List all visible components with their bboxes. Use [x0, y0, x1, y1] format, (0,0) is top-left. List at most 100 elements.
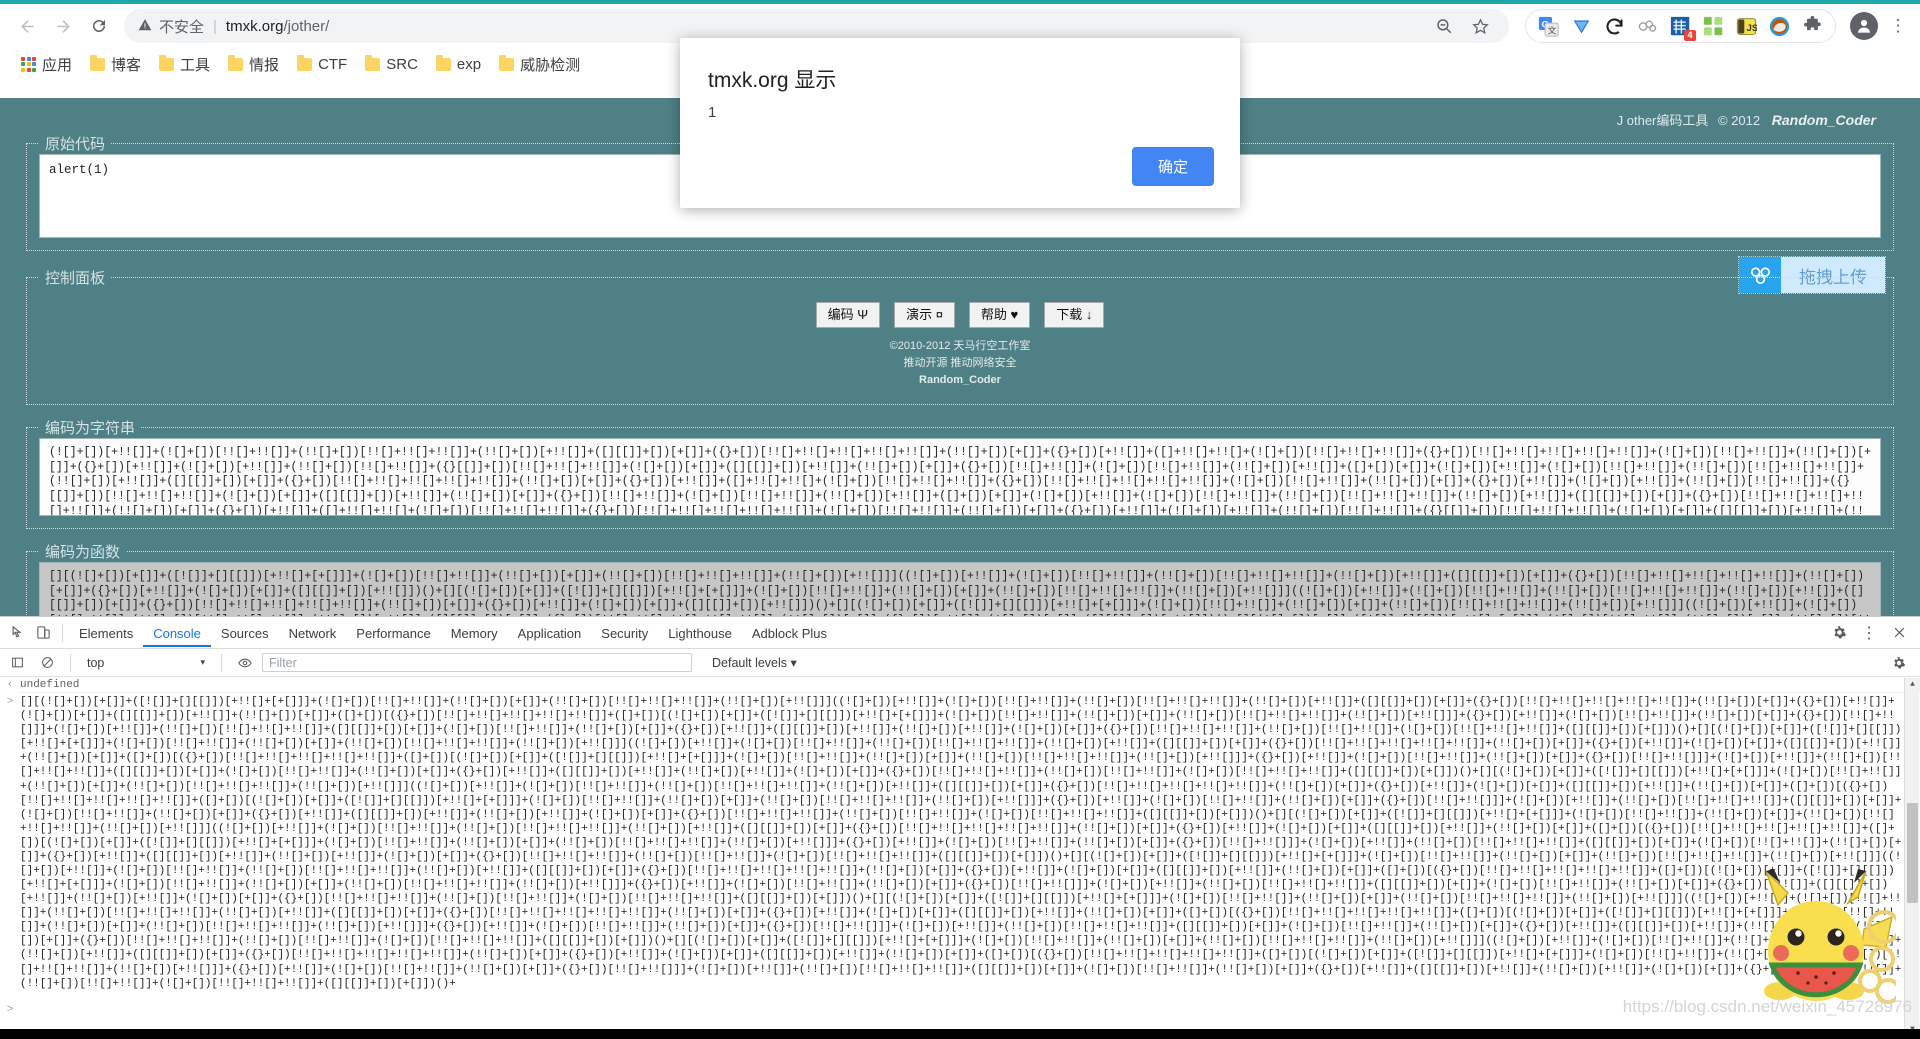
tab-application[interactable]: Application: [508, 619, 592, 647]
bookmark-folder-4[interactable]: CTF: [288, 53, 356, 76]
bookmark-label: CTF: [318, 55, 348, 73]
back-button[interactable]: [10, 9, 44, 43]
forward-button[interactable]: [46, 9, 80, 43]
console-output[interactable]: ‹ undefined > [][(![]+[])[+[]]+([![]]+[]…: [0, 677, 1920, 1039]
alert-title: tmxk.org 显示: [708, 69, 837, 92]
encoded-string-textarea[interactable]: [39, 438, 1881, 516]
toolbar-divider: [70, 653, 71, 672]
refresh-loop-extension-icon[interactable]: [1604, 16, 1625, 37]
prompt-arrow-icon: >: [6, 1003, 14, 1016]
bookmark-folder-5[interactable]: SRC: [356, 53, 427, 76]
omnibox-separator: |: [213, 17, 217, 35]
toolbar-divider: [62, 623, 63, 642]
console-prompt-row[interactable]: >: [0, 1003, 36, 1017]
chevron-down-icon: ▾: [200, 657, 205, 667]
close-icon[interactable]: [1886, 620, 1912, 646]
bookmark-folder-1[interactable]: 博客: [81, 51, 150, 78]
tab-network[interactable]: Network: [279, 619, 347, 647]
extensions-pill: G文 4 JS: [1525, 9, 1836, 43]
bookmark-folder-7[interactable]: 威胁检测: [490, 51, 589, 78]
svg-text:文: 文: [1548, 24, 1557, 35]
bookmark-apps[interactable]: 应用: [12, 51, 81, 78]
bookmark-folder-6[interactable]: exp: [427, 53, 490, 76]
tab-console[interactable]: Console: [143, 619, 211, 647]
inspect-element-icon[interactable]: [4, 620, 30, 646]
control-panel-footer: ©2010-2012 天马行空工作室 推动开源 推动网络安全 Random_Co…: [890, 338, 1031, 389]
console-settings-icon[interactable]: [1886, 650, 1912, 676]
tab-security[interactable]: Security: [591, 619, 658, 647]
tampermonkey-extension-icon[interactable]: [1769, 16, 1790, 37]
folder-icon: [297, 55, 313, 71]
scrollbar-thumb[interactable]: [1907, 803, 1918, 903]
encoded-function-legend: 编码为函数: [45, 544, 121, 561]
control-panel-section: 控制面板 编码 Ψ 演示 ¤ 帮助 ♥ 下载 ↓ ©2010-2012 天马行空…: [26, 267, 1894, 405]
reload-button[interactable]: [82, 9, 116, 43]
omnibox-url-host: tmxk.org: [225, 17, 284, 35]
warning-triangle-icon: [138, 18, 152, 34]
footer-line-1: ©2010-2012 天马行空工作室: [889, 339, 1031, 352]
console-prompt-input[interactable]: [20, 1003, 36, 1017]
log-levels-dropdown[interactable]: Default levels ▾: [712, 655, 797, 670]
execution-context-value: top: [87, 655, 105, 670]
encoded-function-textarea[interactable]: [39, 562, 1881, 616]
qr-code-extension-icon[interactable]: [1703, 16, 1724, 37]
alert-ok-button[interactable]: 确定: [1131, 147, 1214, 186]
profile-avatar-icon[interactable]: [1850, 12, 1878, 40]
three-dot-menu-icon[interactable]: ⋮: [1886, 16, 1910, 36]
bookmark-label: exp: [456, 55, 482, 73]
console-filter-input[interactable]: Filter: [262, 653, 692, 672]
encoded-function-section: 编码为函数: [26, 541, 1894, 616]
device-toolbar-icon[interactable]: [30, 620, 56, 646]
bookmark-folder-2[interactable]: 工具: [150, 51, 219, 78]
tab-lighthouse[interactable]: Lighthouse: [658, 619, 742, 647]
bookmark-folder-3[interactable]: 情报: [219, 51, 288, 78]
return-arrow-icon: ‹: [6, 679, 14, 691]
source-code-legend: 原始代码: [45, 136, 106, 153]
bookmark-label: SRC: [386, 55, 418, 73]
puzzle-extensions-icon[interactable]: [1802, 15, 1823, 37]
devtools-tabbar: Elements Console Sources Network Perform…: [0, 617, 1920, 649]
star-icon[interactable]: [1469, 15, 1491, 37]
control-panel-buttons: 编码 Ψ 演示 ¤ 帮助 ♥ 下载 ↓: [815, 302, 1105, 328]
download-button[interactable]: 下载 ↓: [1044, 302, 1105, 328]
zoom-out-icon[interactable]: [1433, 15, 1455, 37]
javascript-alert-dialog: tmxk.org 显示 1 确定: [680, 38, 1240, 208]
console-result-row: ‹ undefined: [0, 677, 1920, 694]
tab-adblock-plus[interactable]: Adblock Plus: [742, 619, 837, 647]
footer-line-2: 推动开源 推动网络安全: [903, 356, 1017, 369]
google-translate-extension-icon[interactable]: G文: [1538, 16, 1559, 37]
gear-icon[interactable]: [1826, 620, 1852, 646]
three-dot-menu-icon[interactable]: ⋮: [1856, 620, 1882, 646]
execution-context-select[interactable]: top ▾: [81, 655, 211, 671]
svg-text:JS: JS: [1747, 22, 1758, 33]
show-console-sidebar-icon[interactable]: [4, 650, 30, 676]
console-scrollbar[interactable]: ▲ ▼: [1904, 678, 1920, 1038]
devtools-panel: Elements Console Sources Network Perform…: [0, 616, 1920, 1039]
tab-memory[interactable]: Memory: [441, 619, 508, 647]
footer-line-3: Random_Coder: [919, 373, 1001, 386]
javascript-toggle-extension-icon[interactable]: JS: [1736, 16, 1759, 37]
help-button[interactable]: 帮助 ♥: [968, 302, 1031, 328]
bookmark-label: 威胁检测: [520, 56, 581, 74]
console-input-code: [][(![]+[])[+[]]+([![]]+[][[]])[+!![]+[+…: [20, 696, 1902, 990]
tab-sources[interactable]: Sources: [211, 619, 279, 647]
proxy-switchy-extension-icon[interactable]: 4: [1670, 16, 1696, 41]
scroll-up-arrow-icon[interactable]: ▲: [1905, 678, 1920, 693]
csdn-watermark: https://blog.csdn.net/weixin_45728976: [1622, 997, 1912, 1016]
encoded-string-section: 编码为字符串: [26, 417, 1894, 529]
live-expression-icon[interactable]: [232, 650, 258, 676]
encode-button[interactable]: 编码 Ψ: [815, 302, 881, 328]
blue-diamond-extension-icon[interactable]: [1571, 16, 1592, 37]
console-result-text: undefined: [20, 678, 1918, 694]
bookmark-label: 应用: [42, 56, 73, 74]
page-copyright: © 2012: [1718, 113, 1761, 128]
tab-performance[interactable]: Performance: [346, 619, 440, 647]
control-panel-legend: 控制面板: [45, 270, 106, 287]
demo-button[interactable]: 演示 ¤: [894, 302, 955, 328]
chain-links-extension-icon[interactable]: [1637, 16, 1658, 37]
clear-console-icon[interactable]: [34, 650, 60, 676]
tab-elements[interactable]: Elements: [69, 619, 143, 647]
omnibox-url-path: /jother/: [283, 17, 330, 35]
folder-icon: [365, 55, 381, 71]
omnibox-url: tmxk.org/jother/: [226, 18, 329, 35]
